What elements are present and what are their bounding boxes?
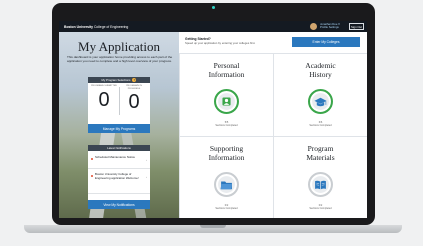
- laptop-base: [24, 225, 402, 233]
- program-selections-card: My Program Selections ? Programs Submitt…: [88, 77, 150, 133]
- camera-icon: [212, 6, 215, 9]
- enter-colleges-button[interactable]: Enter My Colleges: [292, 37, 360, 47]
- folder-icon: [214, 172, 239, 197]
- chevron-right-icon: ›: [146, 175, 147, 179]
- getting-started-banner: Getting Started? Speed up your applicati…: [179, 32, 367, 53]
- book-icon: [308, 172, 333, 197]
- tile-supporting-information[interactable]: Supporting Information 0/2 Sections Comp…: [180, 137, 273, 218]
- programs-submitted-stat: Programs Submitted 0: [90, 85, 117, 111]
- notifications-header: Latest Notifications: [88, 145, 150, 151]
- notification-item[interactable]: Scheduled Maintenance Notice ›: [88, 153, 150, 169]
- graduation-cap-icon: [308, 89, 333, 114]
- app-screen: Boston University College of Engineering…: [59, 21, 367, 218]
- tile-status: 0/2 Sections Completed: [309, 204, 332, 210]
- tile-status: 6/6 Sections Completed: [309, 121, 332, 127]
- manage-programs-button[interactable]: Manage My Programs: [88, 124, 150, 133]
- tile-title: Academic History: [305, 61, 336, 79]
- dashboard-sidebar: My Application This dashboard is your ap…: [59, 32, 179, 218]
- programs-in-progress-stat: Programs in Progress 0: [126, 85, 142, 114]
- notifications-card: Latest Notifications Scheduled Maintenan…: [88, 145, 150, 209]
- tile-title: Personal Information: [208, 61, 245, 79]
- banner-subtitle: Speed up your application by entering yo…: [185, 41, 256, 45]
- program-selections-header: My Program Selections ?: [88, 77, 150, 83]
- unread-dot-icon: [91, 175, 93, 177]
- notification-item[interactable]: Boston University College of Engineering…: [88, 170, 150, 194]
- sign-out-button[interactable]: Sign Out: [349, 23, 364, 30]
- tile-title: Supporting Information: [208, 144, 245, 162]
- help-icon[interactable]: ?: [132, 78, 137, 82]
- page-title: My Application: [78, 39, 160, 54]
- intro-text: This dashboard is your application home …: [67, 55, 173, 63]
- profile-settings-link[interactable]: Profile Settings: [320, 25, 340, 29]
- tile-status: 0/2 Sections Completed: [215, 204, 238, 210]
- tile-title: Program Materials: [306, 144, 335, 162]
- unread-dot-icon: [91, 158, 93, 160]
- tile-status: 5/5 Sections Completed: [215, 121, 238, 127]
- tile-program-materials[interactable]: Program Materials 0/2 Sections Completed: [274, 137, 367, 218]
- tile-personal-information[interactable]: Personal Information 5/5 Sections Comple…: [180, 54, 273, 136]
- id-card-icon: [214, 89, 239, 114]
- top-navigation-bar: Boston University College of Engineering…: [59, 21, 367, 32]
- view-notifications-button[interactable]: View My Notifications: [88, 200, 150, 209]
- chevron-right-icon: ›: [146, 158, 147, 162]
- university-logo[interactable]: Boston University College of Engineering: [64, 25, 128, 29]
- user-avatar[interactable]: [310, 23, 317, 30]
- user-menu[interactable]: Jonathan Doe ▾ Profile Settings: [320, 22, 340, 30]
- application-sections: Getting Started? Speed up your applicati…: [179, 32, 367, 218]
- tile-academic-history[interactable]: Academic History 6/6 Sections Completed: [274, 54, 367, 136]
- laptop-notch: [200, 225, 226, 228]
